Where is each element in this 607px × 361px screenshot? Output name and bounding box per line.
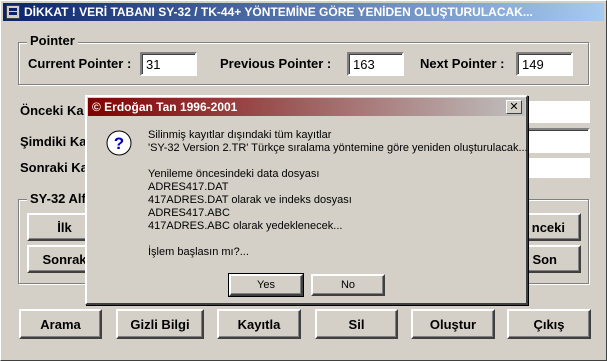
- sonraki-kayit-label: Sonraki Ka: [20, 160, 88, 175]
- message-line: 417ADRES.ABC olarak yedeklenecek...: [148, 220, 343, 232]
- message-line: 417ADRES.DAT olarak ve indeks dosyası: [148, 194, 352, 206]
- cikis-button[interactable]: Çıkış: [507, 309, 591, 339]
- onceki-kayit-label: Önceki Ka: [20, 103, 84, 118]
- current-pointer-label: Current Pointer :: [28, 56, 132, 71]
- pointer-group-title: Pointer: [27, 33, 78, 48]
- message-line: İşlem başlasın mı?...: [148, 246, 249, 258]
- sil-button[interactable]: Sil: [315, 309, 398, 339]
- dialog-title: © Erdoğan Tan 1996-2001: [92, 100, 238, 114]
- dialog-message: Silinmiş kayıtlar dışındaki tüm kayıtlar…: [148, 129, 528, 259]
- message-line: Yenileme öncesindeki data dosyası: [148, 168, 320, 180]
- yes-button[interactable]: Yes: [228, 273, 304, 297]
- message-line: ADRES417.ABC: [148, 207, 230, 219]
- app-icon[interactable]: [6, 5, 20, 19]
- title-bar: DİKKAT ! VERİ TABANI SY-32 / TK-44+ YÖNT…: [3, 3, 604, 21]
- sonraki-kayit-field[interactable]: [526, 158, 590, 178]
- window-title: DİKKAT ! VERİ TABANI SY-32 / TK-44+ YÖNT…: [24, 5, 533, 19]
- confirm-dialog: © Erdoğan Tan 1996-2001 ✕ ? Silinmiş kay…: [85, 95, 528, 305]
- olustur-button[interactable]: Oluştur: [411, 309, 495, 339]
- dialog-title-bar: © Erdoğan Tan 1996-2001 ✕: [88, 98, 525, 116]
- previous-pointer-field[interactable]: 163: [347, 52, 404, 76]
- previous-pointer-label: Previous Pointer :: [220, 56, 332, 71]
- question-icon: ?: [106, 130, 132, 156]
- message-line: [148, 233, 518, 246]
- alfa-group-title: SY-32 Alf: [27, 191, 89, 206]
- next-pointer-field[interactable]: 149: [516, 52, 573, 76]
- kayitla-button[interactable]: Kayıtla: [217, 309, 301, 339]
- close-icon[interactable]: ✕: [506, 100, 522, 114]
- gizli-bilgi-button[interactable]: Gizli Bilgi: [116, 309, 204, 339]
- simdiki-kayit-label: Şimdiki Ka: [20, 134, 87, 149]
- no-button[interactable]: No: [311, 274, 385, 296]
- message-line: Silinmiş kayıtlar dışındaki tüm kayıtlar: [148, 129, 332, 141]
- message-line: [148, 155, 518, 168]
- svg-text:?: ?: [114, 134, 124, 153]
- onceki-kayit-field[interactable]: [526, 101, 590, 123]
- arama-button[interactable]: Arama: [19, 309, 102, 339]
- current-pointer-field[interactable]: 31: [140, 52, 197, 76]
- next-pointer-label: Next Pointer :: [420, 56, 505, 71]
- message-line: 'SY-32 Version 2.TR' Türkçe sıralama yön…: [148, 142, 528, 154]
- simdiki-kayit-field[interactable]: [526, 128, 590, 153]
- message-line: ADRES417.DAT: [148, 181, 229, 193]
